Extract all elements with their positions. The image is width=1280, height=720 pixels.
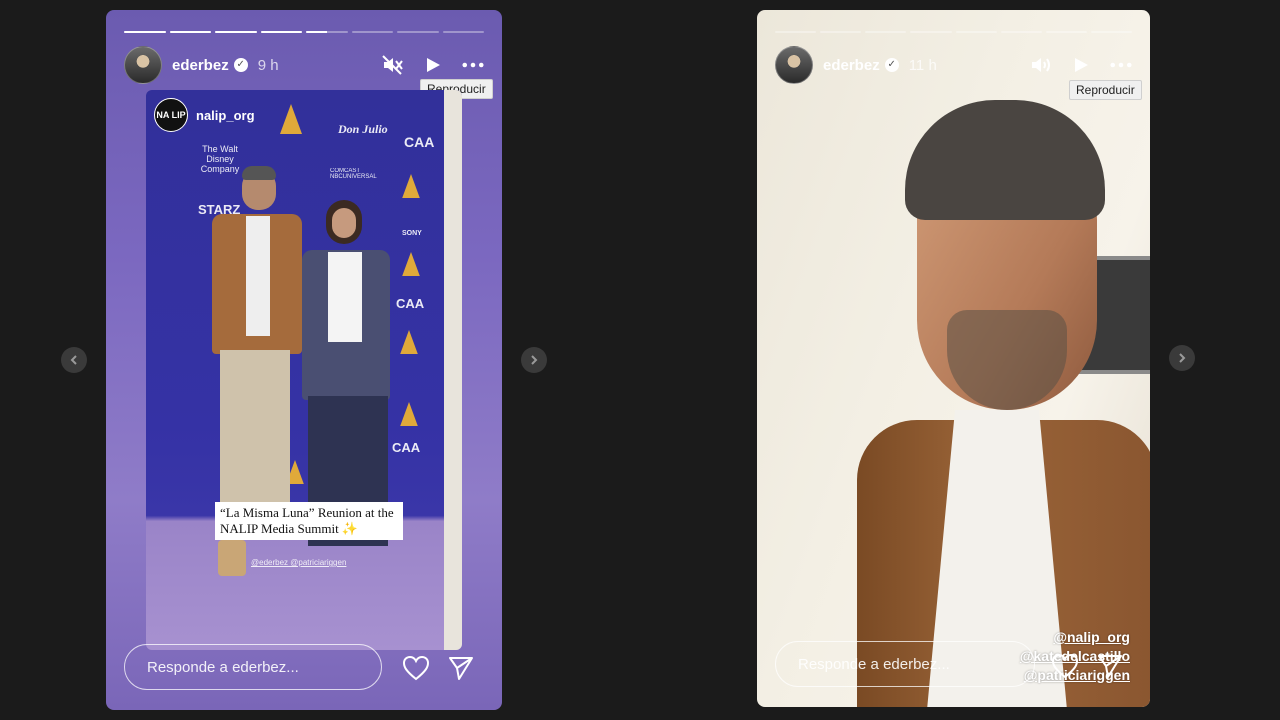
progress-segment	[442, 31, 484, 33]
progress-segment	[910, 31, 952, 33]
chevron-right-icon	[531, 355, 538, 365]
banner-logo: CAA	[404, 134, 435, 150]
reply-input[interactable]: Responde a ederbez...	[124, 644, 382, 690]
progress-segment	[215, 31, 257, 33]
prev-story-button[interactable]	[61, 347, 87, 373]
reply-placeholder: Responde a ederbez...	[147, 658, 299, 676]
story-card[interactable]: ederbez ✓ 11 h Reproducir @nalip_org @ka…	[757, 10, 1150, 707]
more-icon	[462, 62, 484, 68]
triangle-logo	[402, 252, 420, 276]
username[interactable]: ederbez	[823, 57, 880, 74]
progress-segment	[775, 31, 817, 33]
post-time: 11 h	[908, 56, 937, 74]
play-icon	[1075, 58, 1088, 72]
play-button[interactable]	[1070, 54, 1092, 76]
mute-button[interactable]	[382, 54, 404, 76]
triangle-logo	[400, 402, 418, 426]
banner-logo: COMCAST NBCUNIVERSAL	[330, 168, 377, 180]
person-man	[797, 100, 1150, 707]
play-button[interactable]	[422, 54, 444, 76]
mention-link[interactable]: @nalip_org	[1020, 628, 1130, 647]
next-story-button[interactable]	[1169, 345, 1195, 371]
mention-tag[interactable]: NA LIP nalip_org	[154, 98, 255, 132]
story-header: ederbez ✓ 9 h	[124, 46, 484, 84]
progress-segment	[865, 31, 907, 33]
reply-placeholder: Responde a ederbez...	[798, 655, 950, 673]
more-options-button[interactable]	[1110, 54, 1132, 76]
progress-segment	[955, 31, 997, 33]
story-caption: “La Misma Luna” Reunion at the NALIP Med…	[215, 502, 403, 540]
triangle-logo	[400, 330, 418, 354]
verified-badge-icon: ✓	[233, 58, 248, 72]
triangle-logo	[280, 104, 302, 134]
progress-segment	[306, 31, 348, 33]
verified-badge-icon: ✓	[884, 58, 899, 72]
reply-input[interactable]: Responde a ederbez...	[775, 641, 1035, 687]
mention-links[interactable]: @ederbez @patriciariggen	[251, 558, 346, 567]
avatar[interactable]	[124, 46, 162, 84]
speaker-muted-icon	[382, 55, 403, 75]
send-icon[interactable]	[448, 655, 474, 681]
avatar[interactable]	[775, 46, 813, 84]
banner-logo: Don Julio	[338, 122, 388, 136]
progress-segment	[1000, 31, 1042, 33]
story-card[interactable]: ederbez ✓ 9 h Reproducir Don Julio CAA T…	[106, 10, 502, 710]
play-icon	[427, 58, 440, 72]
send-icon[interactable]	[1097, 653, 1123, 679]
sound-button[interactable]	[1030, 54, 1052, 76]
next-story-button[interactable]	[521, 347, 547, 373]
username[interactable]: ederbez	[172, 57, 229, 74]
chevron-right-icon	[1179, 353, 1186, 363]
heart-icon[interactable]	[1051, 653, 1079, 679]
banner-logo: CAA	[396, 296, 425, 311]
wall	[444, 90, 462, 650]
post-time: 9 h	[257, 56, 279, 74]
story-progress	[775, 31, 1132, 33]
heart-icon[interactable]	[402, 655, 430, 681]
tooltip: Reproducir	[1069, 80, 1142, 100]
more-icon	[1110, 62, 1132, 68]
triangle-logo	[402, 174, 420, 198]
progress-segment	[124, 31, 166, 33]
speaker-icon	[1032, 58, 1050, 72]
more-options-button[interactable]	[462, 54, 484, 76]
mention-tag-name: nalip_org	[196, 107, 255, 123]
progress-segment	[260, 31, 302, 33]
story-progress	[124, 31, 484, 33]
chevron-left-icon	[70, 355, 77, 365]
progress-segment	[397, 31, 439, 33]
story-header: ederbez ✓ 11 h	[775, 46, 1132, 84]
progress-segment	[1045, 31, 1087, 33]
progress-segment	[1090, 31, 1132, 33]
banner-logo: SONY	[402, 230, 422, 237]
progress-segment	[169, 31, 211, 33]
progress-segment	[820, 31, 862, 33]
nalip-logo: NA LIP	[154, 98, 188, 132]
progress-segment	[351, 31, 393, 33]
